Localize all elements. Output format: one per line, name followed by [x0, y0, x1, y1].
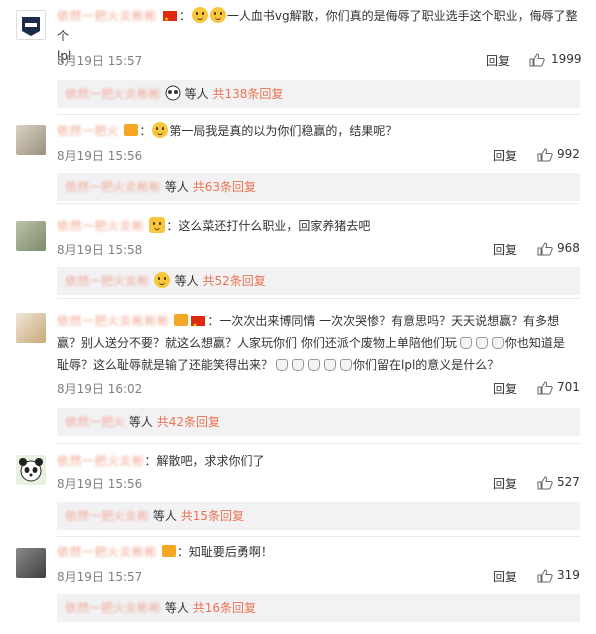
lpl-logo-icon	[22, 17, 40, 36]
reply-username[interactable]: 依然一把火炎彬	[65, 509, 149, 523]
hand-emoji-icon	[322, 357, 337, 371]
reply-username[interactable]: 依然一把火	[65, 415, 125, 429]
hand-emoji-icon	[490, 335, 504, 349]
thumbs-up-icon[interactable]	[537, 381, 553, 395]
reply-username[interactable]: 依然一把火炎彬彬	[65, 87, 161, 101]
hand-emoji-icon	[290, 357, 305, 371]
thumbs-up-icon[interactable]	[529, 53, 545, 67]
timestamp: 8月19日 15:58	[57, 243, 143, 257]
hand-emoji-icon	[474, 335, 488, 349]
china-flag-icon	[191, 315, 206, 337]
reply-count-link[interactable]: 共52条回复	[203, 274, 266, 288]
timestamp: 8月19日 15:56	[57, 149, 143, 163]
panda-avatar-icon	[19, 458, 43, 482]
reply-count-link[interactable]: 共138条回复	[213, 87, 284, 101]
reply-button[interactable]: 回复	[493, 568, 517, 585]
avatar[interactable]	[16, 125, 46, 155]
reply-username[interactable]: 依然一把火炎彬彬	[65, 180, 161, 194]
divider	[57, 203, 580, 204]
username[interactable]: 依然一把火炎彬	[57, 219, 145, 233]
divider	[57, 536, 580, 537]
hand-emoji-icon	[306, 357, 321, 371]
username[interactable]: 依然一把火炎彬彬	[57, 9, 157, 23]
avatar[interactable]	[16, 10, 46, 40]
like-count[interactable]: 968	[557, 241, 580, 255]
like-count[interactable]: 527	[557, 475, 580, 489]
emoji-icon	[209, 7, 226, 23]
thumbs-up-icon[interactable]	[537, 476, 553, 490]
timestamp: 8月19日 16:02	[57, 382, 143, 396]
popcorn-emoji-icon	[149, 217, 166, 233]
sub-reply-box[interactable]: 依然一把火炎彬彬 等人 共138条回复	[57, 80, 580, 108]
emoji-icon	[153, 272, 170, 288]
reply-button[interactable]: 回复	[493, 241, 517, 258]
panda-emoji-icon	[165, 85, 181, 101]
avatar[interactable]	[16, 455, 46, 485]
avatar[interactable]	[16, 313, 46, 343]
reply-button[interactable]: 回复	[493, 380, 517, 397]
china-flag-icon	[162, 10, 177, 30]
reply-count-link[interactable]: 共63条回复	[193, 180, 256, 194]
sub-reply-box[interactable]: 依然一把火 等人 共42条回复	[57, 408, 580, 436]
hand-emoji-icon	[458, 335, 472, 349]
reply-username[interactable]: 依然一把火炎彬彬	[65, 601, 161, 615]
username[interactable]: 依然一把火	[57, 124, 120, 138]
reply-button[interactable]: 回复	[493, 147, 517, 164]
divider	[57, 114, 580, 115]
sub-reply-box[interactable]: 依然一把火炎彬彬 等人 共16条回复	[57, 594, 580, 622]
timestamp: 8月19日 15:56	[57, 477, 143, 491]
like-count[interactable]: 319	[557, 568, 580, 582]
sub-reply-box[interactable]: 依然一把火炎彬 等人 共15条回复	[57, 502, 580, 530]
like-count[interactable]: 1999	[551, 52, 582, 66]
hand-emoji-icon	[274, 357, 289, 371]
sub-reply-box[interactable]: 依然一把火炎彬彬 等人 共63条回复	[57, 173, 580, 201]
timestamp: 8月19日 15:57	[57, 54, 143, 68]
reply-button[interactable]: 回复	[493, 475, 517, 492]
divider	[57, 298, 580, 299]
hand-emoji-icon	[338, 357, 353, 371]
reply-count-link[interactable]: 共42条回复	[157, 415, 220, 429]
sub-reply-box[interactable]: 依然一把火炎彬 等人 共52条回复	[57, 267, 580, 295]
thumbs-up-icon[interactable]	[537, 569, 553, 583]
reply-button[interactable]: 回复	[486, 52, 510, 69]
timestamp: 8月19日 15:57	[57, 570, 143, 584]
comment-text: 依然一把火 ：第一局我是真的以为你们稳赢的，结果呢？	[57, 122, 398, 138]
avatar[interactable]	[16, 221, 46, 251]
comment-text: 依然一把火炎彬彬彬 ：一次次出来博同情 一次次哭惨？有意思吗？天天说想赢？有多想…	[57, 310, 580, 376]
reply-count-link[interactable]: 共15条回复	[181, 509, 244, 523]
vip-badge-icon	[124, 124, 139, 136]
emoji-icon	[152, 122, 169, 138]
divider	[57, 443, 580, 444]
thumbs-up-icon[interactable]	[537, 148, 553, 162]
username[interactable]: 依然一把火炎彬彬彬	[57, 314, 170, 328]
username[interactable]: 依然一把火炎彬彬	[57, 545, 157, 559]
vip-badge-icon	[161, 545, 176, 557]
comment-text: 依然一把火炎彬彬 ：知耻要后勇啊！	[57, 545, 273, 559]
username[interactable]: 依然一把火炎彬	[57, 454, 145, 468]
emoji-icon	[191, 7, 208, 23]
thumbs-up-icon[interactable]	[537, 242, 553, 256]
reply-username[interactable]: 依然一把火炎彬	[65, 274, 149, 288]
like-count[interactable]: 701	[557, 380, 580, 394]
avatar[interactable]	[16, 548, 46, 578]
reply-count-link[interactable]: 共16条回复	[193, 601, 256, 615]
comment-text: 依然一把火炎彬：解散吧，求求你们了	[57, 454, 265, 468]
like-count[interactable]: 992	[557, 147, 580, 161]
comment-text: 依然一把火炎彬 ：这么菜还打什么职业，回家养猪去吧	[57, 217, 371, 233]
vip-badge-icon	[174, 314, 189, 326]
